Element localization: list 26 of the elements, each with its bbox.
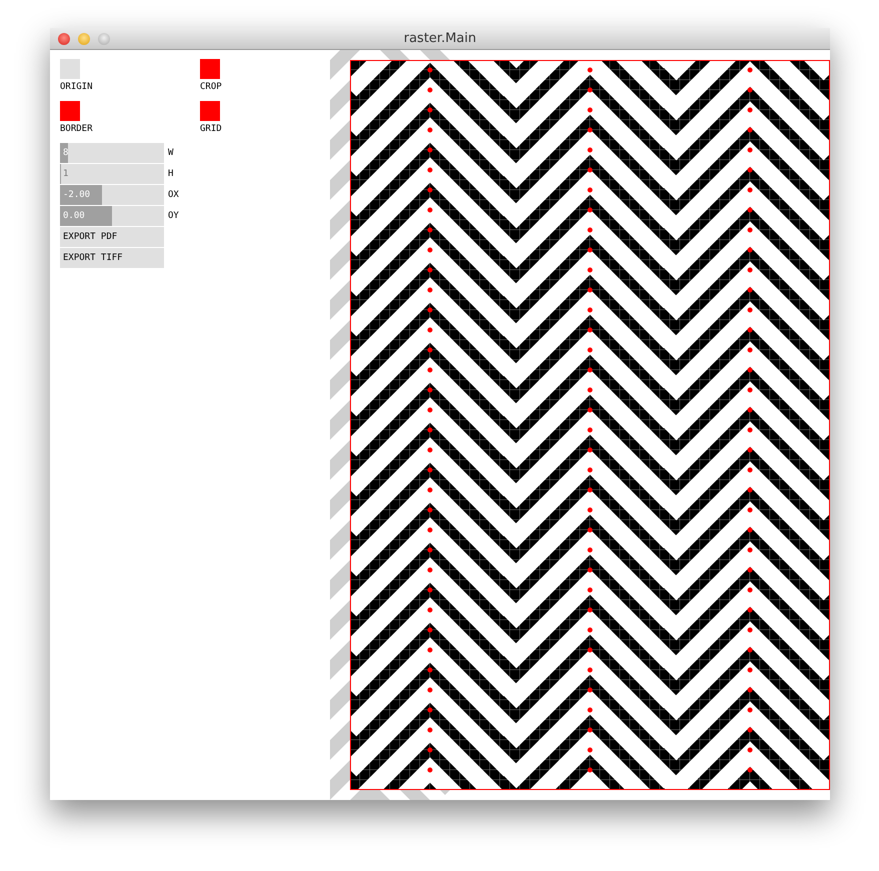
slider[interactable]: 1	[60, 164, 164, 184]
export-button[interactable]: EXPORT PDF	[60, 227, 164, 247]
slider-label: W	[168, 148, 174, 158]
zoom-button[interactable]	[98, 32, 110, 44]
toggle[interactable]	[200, 59, 220, 79]
slider[interactable]: 8	[60, 143, 164, 163]
toggle[interactable]	[60, 101, 80, 121]
slider[interactable]: 0.00	[60, 206, 164, 226]
minimize-button[interactable]	[78, 32, 90, 44]
slider[interactable]: -2.00	[60, 185, 164, 205]
window-title: raster.Main	[402, 31, 478, 46]
slider-label: OY	[168, 210, 179, 222]
slider-label: OX	[168, 190, 179, 200]
slider-value: 0.00	[62, 211, 85, 221]
slider-label: H	[168, 168, 174, 180]
toggle[interactable]	[60, 59, 80, 79]
slider-value: 8	[62, 148, 68, 158]
toggle-label: GRID	[200, 124, 222, 135]
close-button[interactable]	[58, 32, 70, 44]
slider-value: -2.00	[62, 190, 90, 200]
toggle-label: CROP	[200, 82, 222, 93]
toggle[interactable]	[200, 101, 220, 121]
export-button[interactable]: EXPORT TIFF	[60, 248, 164, 268]
toggle-label: ORIGIN	[60, 82, 93, 93]
toggle-label: BORDER	[60, 124, 93, 135]
slider-value: 1	[62, 169, 68, 179]
